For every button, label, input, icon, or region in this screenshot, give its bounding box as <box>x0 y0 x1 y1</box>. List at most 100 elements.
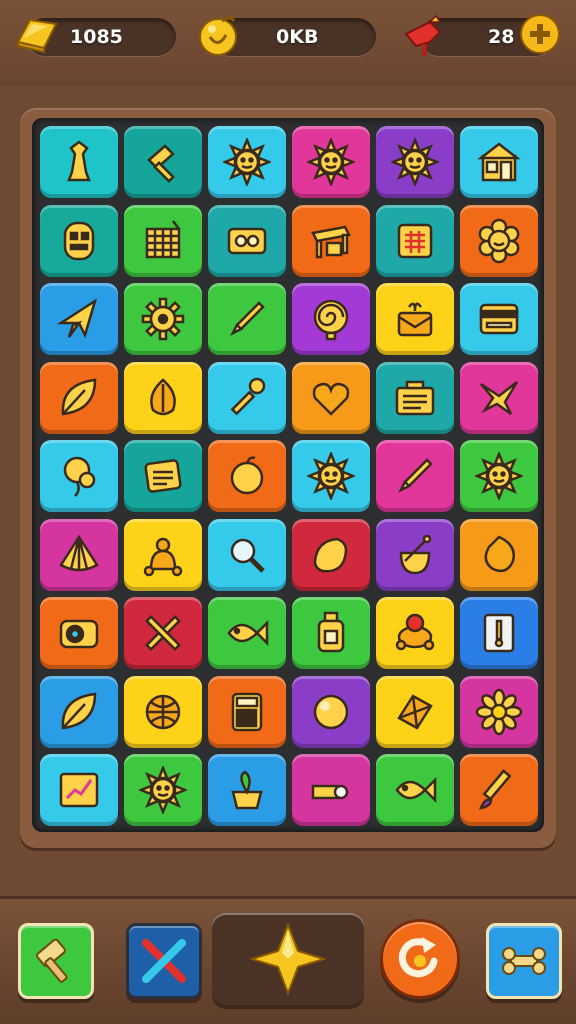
tile-r2-c3[interactable] <box>208 204 286 277</box>
heart-box-icon <box>312 382 350 416</box>
coin-icon <box>199 16 237 56</box>
tile-r1-c4[interactable] <box>292 126 370 198</box>
tile-r9-c2[interactable] <box>124 754 202 826</box>
balloon-icon <box>63 456 96 497</box>
tile-r1-c3[interactable] <box>208 126 286 198</box>
tile-r4-c2[interactable] <box>124 361 202 434</box>
flower-face-icon <box>478 218 520 263</box>
shuffle-tool-button[interactable] <box>380 919 460 999</box>
tile-r6-c6[interactable] <box>460 518 538 591</box>
tile-r8-c6[interactable] <box>460 675 538 748</box>
pencil-icon <box>230 301 265 336</box>
tile-r3-c4[interactable] <box>292 283 370 355</box>
star-icon <box>250 922 326 996</box>
plus-icon <box>530 24 550 44</box>
tile-r6-c2[interactable] <box>124 518 202 591</box>
tile-r8-c5[interactable] <box>376 675 454 748</box>
tile-r4-c5[interactable] <box>376 361 454 434</box>
tile-r1-c1[interactable] <box>40 126 118 198</box>
bell-icon <box>143 537 183 576</box>
tile-r5-c1[interactable] <box>40 440 118 512</box>
pencil-icon <box>398 458 433 493</box>
chess-piece-icon <box>67 140 91 182</box>
tile-r3-c1[interactable] <box>40 283 118 355</box>
tile-r6-c1[interactable] <box>40 518 118 591</box>
star-tool-button[interactable] <box>212 913 364 1005</box>
tile-r3-c6[interactable] <box>460 283 538 355</box>
tile-r2-c1[interactable] <box>40 204 118 277</box>
hammer-icon <box>147 144 175 183</box>
gift-box-icon <box>397 302 433 337</box>
tile-r1-c6[interactable] <box>460 126 538 198</box>
tile-r7-c1[interactable] <box>40 597 118 669</box>
cassette-icon <box>227 227 267 254</box>
fruit-icon <box>484 535 515 572</box>
tile-r7-c2[interactable] <box>124 597 202 669</box>
tile-r9-c3[interactable] <box>208 754 286 826</box>
bird-icon <box>480 380 519 415</box>
swap-tool-button[interactable] <box>126 923 202 999</box>
sun-icon <box>307 138 355 186</box>
tile-r9-c1[interactable] <box>40 754 118 826</box>
hammer-tool-button[interactable] <box>18 923 94 999</box>
tile-r5-c4[interactable] <box>292 440 370 512</box>
globe-icon <box>145 694 181 729</box>
fish-icon <box>227 619 269 647</box>
hammer-icon <box>36 938 68 983</box>
tile-r6-c3[interactable] <box>208 518 286 591</box>
tile-r3-c5[interactable] <box>376 283 454 355</box>
tile-r8-c2[interactable] <box>124 675 202 748</box>
tile-r4-c1[interactable] <box>40 361 118 434</box>
tile-r1-c5[interactable] <box>376 126 454 198</box>
tile-r3-c3[interactable] <box>208 283 286 355</box>
card-icon <box>479 303 519 335</box>
hand-icon <box>311 784 349 800</box>
tile-r6-c5[interactable] <box>376 518 454 591</box>
sun-icon <box>307 452 355 500</box>
tile-r7-c5[interactable] <box>376 597 454 669</box>
bone-tool-button[interactable] <box>486 923 562 999</box>
brush-icon <box>478 769 512 810</box>
shuffle-icon <box>398 937 438 978</box>
gem-icon <box>397 693 433 730</box>
shell-icon <box>59 534 99 571</box>
tile-r8-c1[interactable] <box>40 675 118 748</box>
tile-r5-c2[interactable] <box>124 440 202 512</box>
star-shard-icon <box>56 298 98 339</box>
calendar-icon <box>397 223 433 258</box>
red-flag-icon <box>404 14 442 56</box>
tile-r1-c2[interactable] <box>124 126 202 198</box>
tile-r4-c4[interactable] <box>292 361 370 434</box>
tile-r7-c3[interactable] <box>208 597 286 669</box>
tile-r4-c6[interactable] <box>460 361 538 434</box>
fish-icon <box>395 776 437 804</box>
tile-r8-c4[interactable] <box>292 675 370 748</box>
bag-icon <box>399 534 432 574</box>
tile-r8-c3[interactable] <box>208 675 286 748</box>
tile-r9-c4[interactable] <box>292 754 370 826</box>
add-booster-button[interactable] <box>520 14 560 54</box>
tile-r2-c4[interactable] <box>292 204 370 277</box>
tile-r4-c3[interactable] <box>208 361 286 434</box>
sun-icon <box>223 138 271 186</box>
tile-r2-c6[interactable] <box>460 204 538 277</box>
note-icon <box>144 459 182 493</box>
tile-r7-c6[interactable] <box>460 597 538 669</box>
tile-r5-c5[interactable] <box>376 440 454 512</box>
tile-r9-c6[interactable] <box>460 754 538 826</box>
tile-r3-c2[interactable] <box>124 283 202 355</box>
tile-r2-c2[interactable] <box>124 204 202 277</box>
tile-r2-c5[interactable] <box>376 204 454 277</box>
house-icon <box>477 142 521 182</box>
camera-icon <box>59 619 99 649</box>
tile-r9-c5[interactable] <box>376 754 454 826</box>
tile-r6-c4[interactable] <box>292 518 370 591</box>
lemon-icon <box>313 537 348 572</box>
top-hud: 1085 0KB 28 <box>0 0 576 86</box>
tile-r5-c3[interactable] <box>208 440 286 512</box>
tile-r5-c6[interactable] <box>460 440 538 512</box>
spiral-icon <box>313 299 349 341</box>
crossed-tools-icon <box>144 614 182 652</box>
tile-r7-c4[interactable] <box>292 597 370 669</box>
game-board <box>32 118 544 832</box>
